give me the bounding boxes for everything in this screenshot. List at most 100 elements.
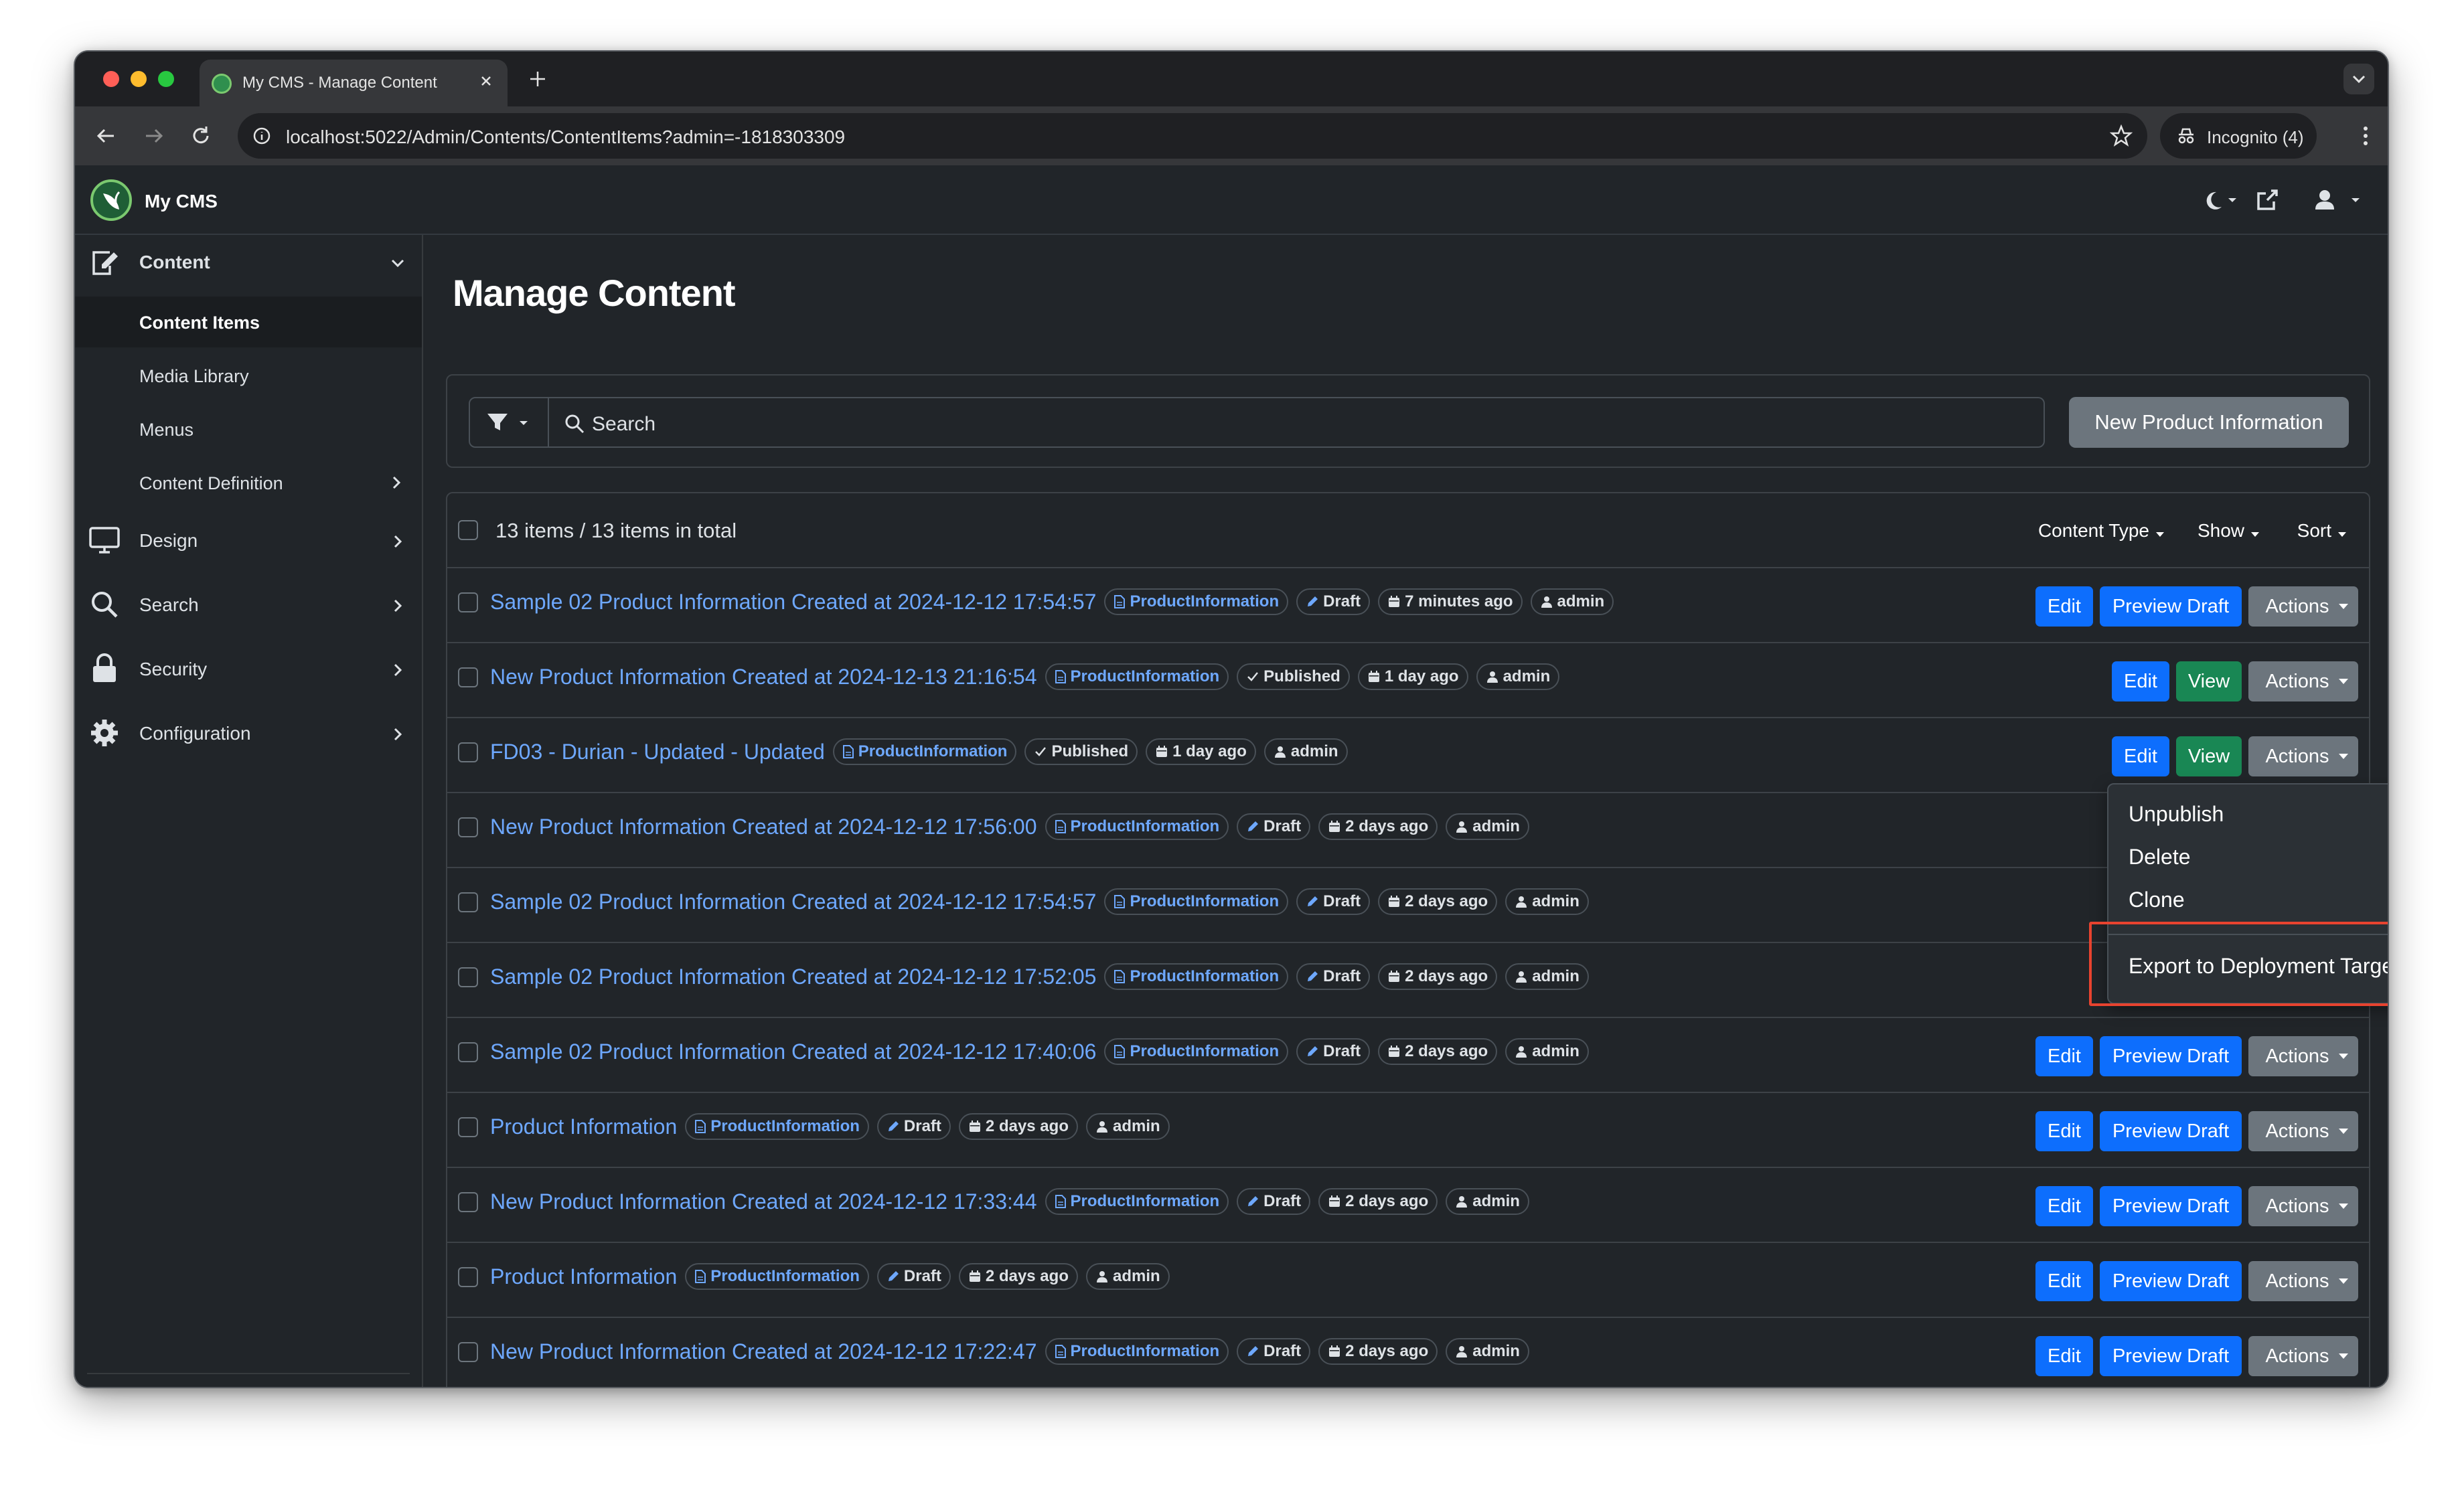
sidebar-subitem-menus[interactable]: Menus (75, 404, 422, 454)
sidebar-subitem-media-library[interactable]: Media Library (75, 350, 422, 401)
row-summary: FD03 - Durian - Updated - Updated Product… (490, 738, 1348, 765)
row-checkbox[interactable] (458, 1042, 478, 1062)
edit-button[interactable]: Edit (2112, 736, 2169, 776)
bookmark-star-icon[interactable] (2110, 125, 2133, 147)
content-item-title-link[interactable]: New Product Information Created at 2024-… (490, 665, 1037, 689)
tab-search-icon[interactable] (2343, 64, 2374, 94)
row-checkbox[interactable] (458, 592, 478, 612)
preview-draft-button[interactable]: Preview Draft (2100, 1111, 2242, 1151)
actions-dropdown-button[interactable]: Actions (2248, 736, 2358, 776)
menu-item-delete[interactable]: Delete (2129, 845, 2191, 870)
owner-badge: admin (1085, 1113, 1170, 1140)
content-type-badge: ProductInformation (1045, 1338, 1229, 1365)
edit-button[interactable]: Edit (2035, 1036, 2093, 1076)
user-icon (1455, 1345, 1468, 1358)
row-checkbox[interactable] (458, 967, 478, 987)
sidebar-item-design[interactable]: Design (75, 513, 423, 567)
button-label: Actions (2265, 745, 2329, 767)
button-label: Actions (2265, 595, 2329, 617)
row-checkbox[interactable] (458, 1192, 478, 1212)
close-window-button[interactable] (103, 71, 119, 87)
forward-icon[interactable] (142, 124, 166, 148)
sidebar-item-label: Design (139, 530, 198, 551)
preview-draft-button[interactable]: Preview Draft (2100, 1336, 2242, 1376)
content-item-title-link[interactable]: New Product Information Created at 2024-… (490, 1339, 1037, 1364)
close-tab-icon[interactable] (478, 73, 494, 89)
content-item-title-link[interactable]: Product Information (490, 1114, 677, 1139)
row-summary: New Product Information Created at 2024-… (490, 1338, 1529, 1365)
content-type-filter[interactable]: Content Type (2038, 520, 2164, 542)
actions-dropdown-button[interactable]: Actions (2248, 586, 2358, 627)
sidebar-item-search[interactable]: Search (75, 578, 423, 631)
brand-name[interactable]: My CMS (145, 191, 218, 212)
content-item-title-link[interactable]: New Product Information Created at 2024-… (490, 1189, 1037, 1214)
content-item-title-link[interactable]: Sample 02 Product Information Created at… (490, 1040, 1096, 1064)
preview-draft-button[interactable]: Preview Draft (2100, 1186, 2242, 1226)
sidebar-subitem-content-items[interactable]: Content Items (75, 297, 422, 347)
row-checkbox[interactable] (458, 742, 478, 762)
filter-dropdown-icon[interactable] (470, 398, 549, 446)
row-checkbox[interactable] (458, 892, 478, 912)
actions-dropdown-button[interactable]: Actions (2248, 1111, 2358, 1151)
incognito-indicator[interactable]: Incognito (4) (2160, 113, 2317, 159)
content-item-title-link[interactable]: New Product Information Created at 2024-… (490, 815, 1037, 839)
minimize-window-button[interactable] (131, 71, 147, 87)
new-product-information-button[interactable]: New Product Information (2069, 397, 2349, 448)
owner-badge-text: admin (1112, 1117, 1160, 1135)
maximize-window-button[interactable] (158, 71, 174, 87)
brand-logo-icon[interactable] (90, 179, 133, 222)
address-bar[interactable]: localhost:5022/Admin/Contents/ContentIte… (238, 113, 2147, 159)
preview-draft-button[interactable]: Preview Draft (2100, 586, 2242, 627)
actions-dropdown-button[interactable]: Actions (2248, 661, 2358, 701)
row-checkbox[interactable] (458, 817, 478, 837)
edit-button[interactable]: Edit (2035, 1111, 2093, 1151)
content-item-title-link[interactable]: FD03 - Durian - Updated - Updated (490, 740, 825, 764)
status-badge-text: Draft (903, 1267, 941, 1285)
content-item-title-link[interactable]: Sample 02 Product Information Created at… (490, 590, 1096, 614)
content-item-title-link[interactable]: Sample 02 Product Information Created at… (490, 965, 1096, 989)
theme-toggle-icon[interactable] (2199, 187, 2239, 214)
new-tab-icon[interactable] (528, 69, 548, 89)
actions-dropdown-button[interactable]: Actions (2248, 1336, 2358, 1376)
status-badge-text: Draft (903, 1117, 941, 1135)
browser-menu-icon[interactable] (2361, 124, 2370, 148)
sidebar-item-content[interactable]: Content (75, 235, 423, 288)
sort-filter[interactable]: Sort (2297, 520, 2346, 542)
actions-dropdown-button[interactable]: Actions (2248, 1036, 2358, 1076)
preview-draft-button[interactable]: Preview Draft (2100, 1261, 2242, 1301)
row-checkbox[interactable] (458, 1267, 478, 1287)
actions-dropdown-button[interactable]: Actions (2248, 1186, 2358, 1226)
back-icon[interactable] (94, 124, 118, 148)
show-filter[interactable]: Show (2198, 520, 2259, 542)
sidebar: Content Content Items Media Library Menu… (75, 235, 423, 1387)
view-button[interactable]: View (2176, 661, 2242, 701)
content-item-row: FD03 - Durian - Updated - Updated Product… (447, 717, 2369, 792)
view-button[interactable]: View (2176, 736, 2242, 776)
search-input[interactable]: Search (469, 397, 2045, 448)
row-checkbox[interactable] (458, 1117, 478, 1137)
sidebar-item-configuration[interactable]: Configuration (75, 706, 423, 760)
chevron-right-icon (388, 532, 407, 551)
menu-item-unpublish[interactable]: Unpublish (2129, 802, 2224, 827)
row-checkbox[interactable] (458, 1342, 478, 1362)
actions-dropdown-button[interactable]: Actions (2248, 1261, 2358, 1301)
sidebar-subitem-content-definition[interactable]: Content Definition (75, 457, 422, 508)
menu-item-clone[interactable]: Clone (2129, 888, 2185, 912)
content-item-title-link[interactable]: Sample 02 Product Information Created at… (490, 890, 1096, 914)
browser-tab[interactable]: My CMS - Manage Content (200, 60, 508, 106)
preview-draft-button[interactable]: Preview Draft (2100, 1036, 2242, 1076)
site-info-icon[interactable] (252, 127, 271, 145)
user-menu-icon[interactable] (2311, 187, 2365, 214)
sidebar-item-security[interactable]: Security (75, 642, 423, 695)
open-site-icon[interactable] (2254, 187, 2281, 214)
edit-button[interactable]: Edit (2112, 661, 2169, 701)
row-checkbox[interactable] (458, 667, 478, 687)
edit-button[interactable]: Edit (2035, 1261, 2093, 1301)
caret-down-icon (2338, 1204, 2348, 1209)
edit-button[interactable]: Edit (2035, 586, 2093, 627)
reload-icon[interactable] (189, 124, 213, 148)
select-all-checkbox[interactable] (458, 520, 478, 540)
edit-button[interactable]: Edit (2035, 1336, 2093, 1376)
edit-button[interactable]: Edit (2035, 1186, 2093, 1226)
content-item-title-link[interactable]: Product Information (490, 1264, 677, 1289)
